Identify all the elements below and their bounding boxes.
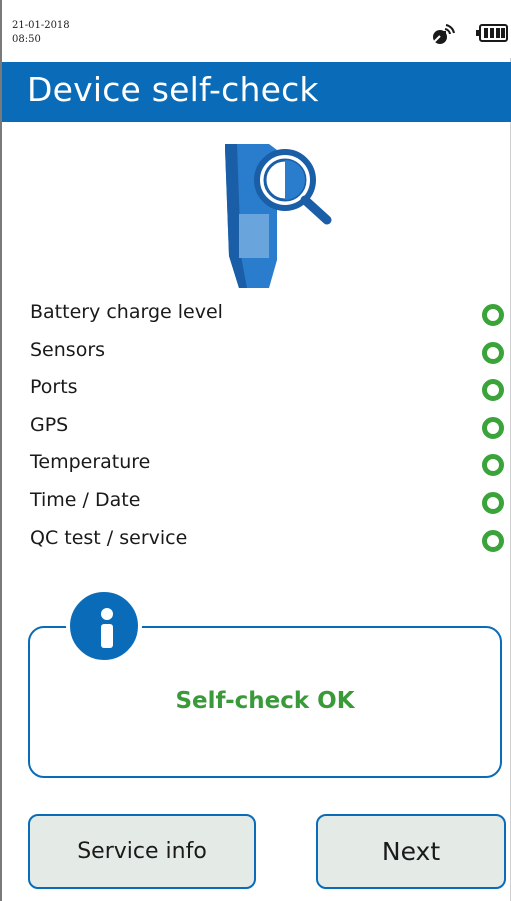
check-label: QC test / service (30, 526, 188, 549)
status-ok-icon (482, 341, 504, 364)
next-button[interactable]: Next (316, 814, 506, 889)
status-ok-icon (482, 529, 504, 552)
self-check-list: Battery charge level Sensors Ports GPS T… (30, 296, 504, 560)
check-row-gps: GPS (30, 409, 504, 447)
check-label: Ports (30, 376, 78, 399)
check-label: GPS (30, 413, 69, 436)
status-time: 08:50 (12, 34, 41, 45)
info-glyph-dot (101, 608, 113, 620)
status-ok-icon (482, 454, 504, 477)
check-row-ports: Ports (30, 371, 504, 409)
status-ok-icon (482, 416, 504, 439)
page-title: Device self-check (27, 70, 319, 109)
status-bar: 21-01-2018 08:50 (2, 0, 511, 58)
satellite-signal-icon (433, 24, 455, 44)
info-icon (66, 588, 142, 664)
check-row-sensors: Sensors (30, 334, 504, 372)
device-search-icon (225, 144, 332, 288)
check-row-temperature: Temperature (30, 446, 504, 484)
status-ok-icon (482, 304, 504, 326)
service-info-button[interactable]: Service info (28, 814, 256, 889)
check-label: Temperature (30, 451, 151, 474)
device-screen: 21-01-2018 08:50 Device self-check Batte… (0, 0, 511, 901)
status-date: 21-01-2018 (12, 20, 70, 31)
battery-full-icon (476, 24, 508, 42)
check-row-time-date: Time / Date (30, 484, 504, 522)
check-label: Battery charge level (30, 301, 223, 323)
status-ok-icon (482, 379, 504, 402)
check-label: Sensors (30, 338, 106, 361)
check-row-battery: Battery charge level (30, 296, 504, 334)
status-ok-icon (482, 491, 504, 514)
check-row-qc-test: QC test / service (30, 522, 504, 560)
check-label: Time / Date (30, 488, 141, 511)
info-glyph-bar (101, 624, 113, 648)
self-check-result: Self-check OK (175, 688, 355, 714)
header-bar: Device self-check (2, 62, 511, 122)
